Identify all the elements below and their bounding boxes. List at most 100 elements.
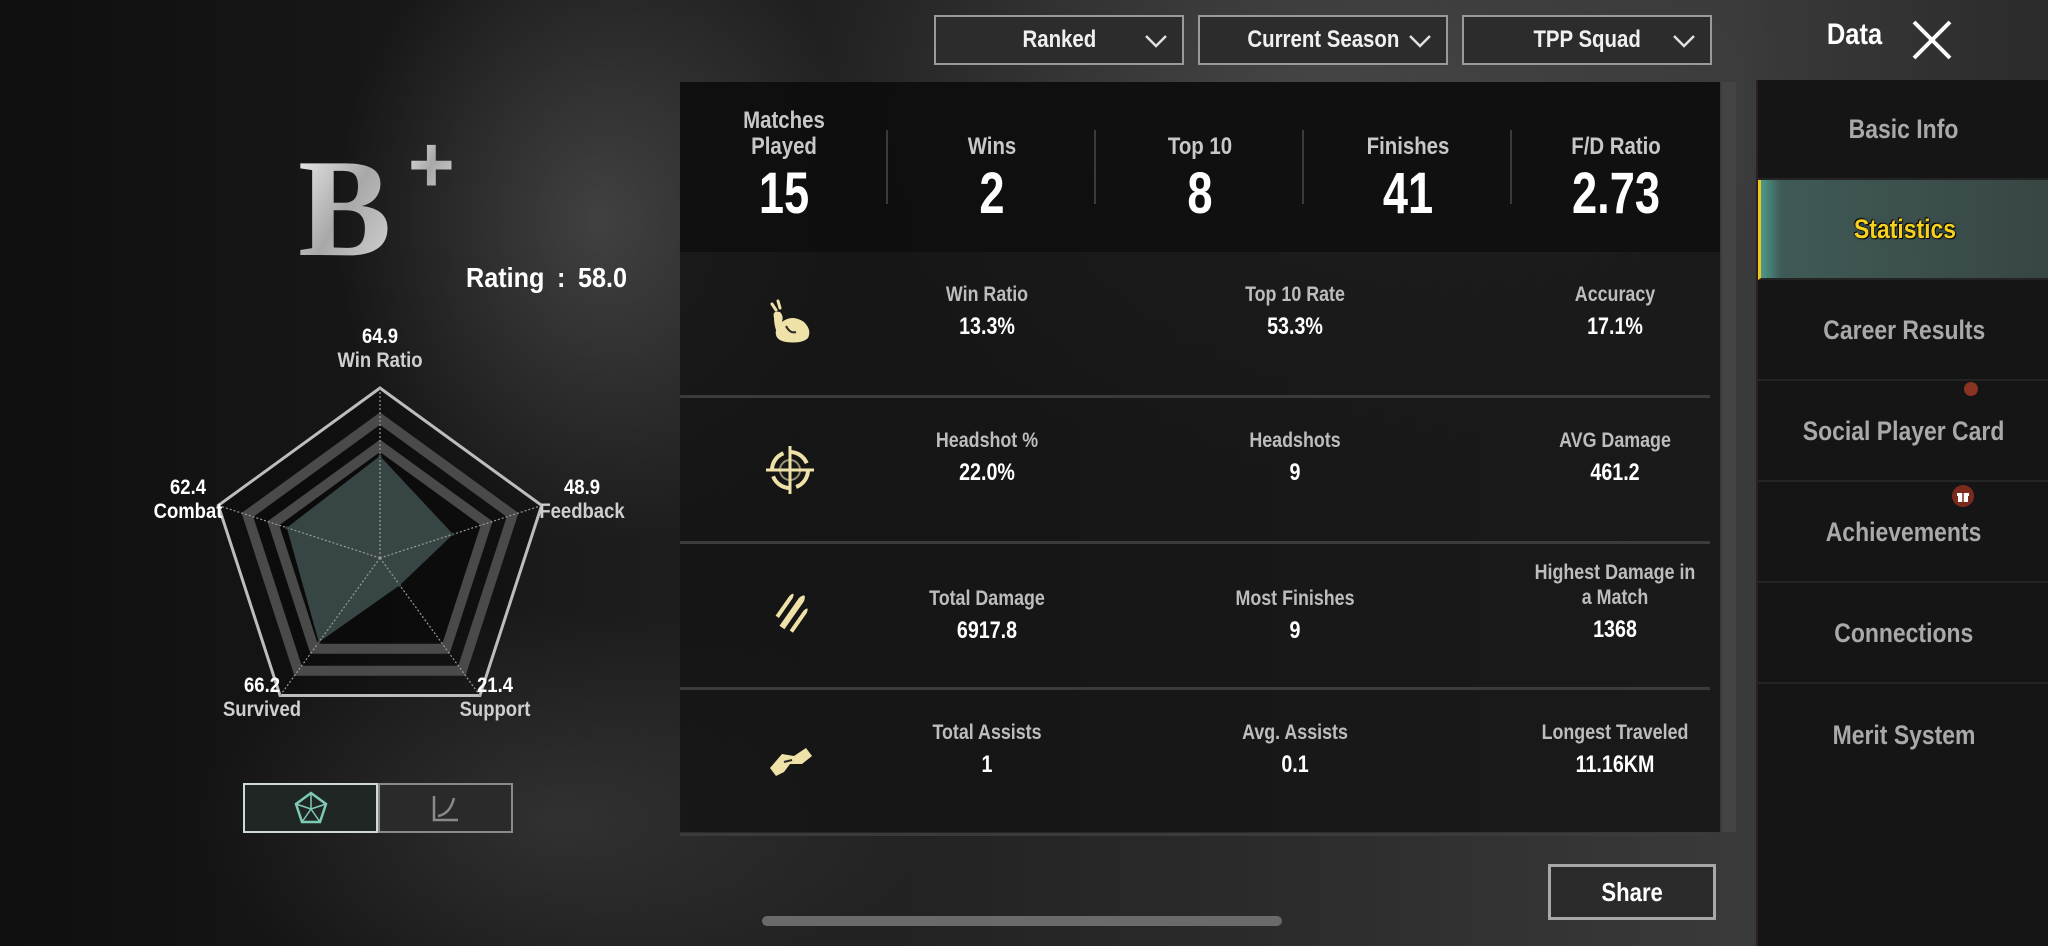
radar-value: 48.9 xyxy=(564,476,600,499)
radar-label-feedback: 48.9 Feedback xyxy=(539,476,624,524)
summary-value: 8 xyxy=(1187,161,1213,226)
radar-value: 66.2 xyxy=(244,674,280,697)
rating-value: 58.0 xyxy=(577,262,628,293)
radar-axis-name: Support xyxy=(459,698,531,721)
stat-value: 13.3% xyxy=(959,313,1015,340)
stat-label: Longest Traveled xyxy=(1541,721,1689,744)
nav-label: Statistics xyxy=(1854,213,1957,244)
summary-value: 2.73 xyxy=(1571,161,1661,226)
stat-value: 1368 xyxy=(1593,616,1637,643)
radar-value: 64.9 xyxy=(362,325,398,348)
nav-career-results[interactable]: Career Results xyxy=(1758,281,2048,381)
radar-chart: 64.9 Win Ratio 48.9 Feedback 21.4 Suppor… xyxy=(140,320,640,740)
mode-dropdown-label: Ranked xyxy=(1022,26,1096,53)
scrollbar-thumb[interactable] xyxy=(1722,82,1736,832)
radar-data-point xyxy=(285,526,289,530)
nav-basic-info[interactable]: Basic Info xyxy=(1758,80,2048,180)
radar-view-button[interactable] xyxy=(243,783,378,833)
summary-finishes: Finishes 41 xyxy=(1304,82,1512,252)
grade-modifier: + xyxy=(408,130,455,209)
nav-label: Social Player Card xyxy=(1803,415,2005,446)
stat-headshot-percent: Headshot % 22.0% xyxy=(857,428,1117,487)
squad-mode-dropdown[interactable]: TPP Squad xyxy=(1462,15,1712,65)
nav-label: Connections xyxy=(1834,617,1974,648)
summary-matches-played: Matches Played 15 xyxy=(680,82,888,252)
stat-value: 9 xyxy=(1289,617,1301,644)
stat-avg-assists: Avg. Assists 0.1 xyxy=(1165,720,1425,779)
mode-dropdown[interactable]: Ranked xyxy=(934,15,1184,65)
radar-axis-name: Combat xyxy=(153,500,223,523)
nav-statistics[interactable]: Statistics xyxy=(1758,180,2048,280)
close-icon[interactable] xyxy=(1910,18,1954,62)
summary-divider xyxy=(886,130,888,204)
stat-longest-traveled: Longest Traveled 11.16KM xyxy=(1485,720,1745,779)
summary-divider xyxy=(1510,130,1512,204)
rating-separator: : xyxy=(556,262,566,293)
stat-top-10-rate: Top 10 Rate 53.3% xyxy=(1165,282,1425,341)
radar-label-survived: 66.2 Survived xyxy=(223,674,301,722)
season-dropdown[interactable]: Current Season xyxy=(1198,15,1448,65)
nav-connections[interactable]: Connections xyxy=(1758,584,2048,684)
pentagon-radar-icon xyxy=(294,791,327,824)
share-button[interactable]: Share xyxy=(1548,864,1716,920)
home-indicator[interactable] xyxy=(762,916,1282,926)
trend-view-button[interactable] xyxy=(378,783,513,833)
stat-value: 0.1 xyxy=(1281,751,1309,778)
chart-view-toggle xyxy=(243,783,513,833)
radar-axis-name: Survived xyxy=(222,698,302,721)
stat-value: 11.16KM xyxy=(1575,751,1655,778)
stats-scrollbar[interactable] xyxy=(1722,82,1736,832)
stat-row-headshot: Headshot % 22.0% Headshots 9 AVG Damage … xyxy=(680,398,1710,544)
bullets-icon xyxy=(775,593,808,633)
stat-highest-damage: Highest Damage in a Match 1368 xyxy=(1520,560,1710,644)
chevron-down-icon xyxy=(1145,35,1167,48)
radar-label-combat: 62.4 Combat xyxy=(154,476,223,524)
summary-divider xyxy=(1302,130,1304,204)
nav-label: Basic Info xyxy=(1849,113,1959,144)
summary-wins: Wins 2 xyxy=(888,82,1096,252)
stat-total-assists: Total Assists 1 xyxy=(857,720,1117,779)
stat-label: AVG Damage xyxy=(1559,429,1671,452)
radar-label-win-ratio: 64.9 Win Ratio xyxy=(337,325,422,373)
stat-label: Highest Damage in a Match xyxy=(1534,561,1696,609)
rating-grade-badge: B + xyxy=(298,130,455,270)
stat-accuracy: Accuracy 17.1% xyxy=(1485,282,1745,341)
rating-score: Rating:58.0 xyxy=(466,262,627,294)
stat-value: 22.0% xyxy=(959,459,1015,486)
summary-stats: Matches Played 15 Wins 2 Top 10 8 Finish… xyxy=(680,82,1720,252)
summary-value: 41 xyxy=(1382,161,1434,226)
stat-label: Total Assists xyxy=(932,721,1042,744)
stat-value: 6917.8 xyxy=(956,617,1018,644)
page-title: Data xyxy=(1826,18,1883,51)
stat-label: Total Damage xyxy=(929,587,1045,610)
filter-bar: Ranked Current Season TPP Squad xyxy=(934,15,1712,65)
stat-label: Avg. Assists xyxy=(1242,721,1348,744)
nav-label: Achievements xyxy=(1826,516,1982,547)
stat-label: Win Ratio xyxy=(945,283,1029,306)
radar-value: 62.4 xyxy=(170,476,206,499)
radar-data-point xyxy=(378,454,382,458)
radar-value: 21.4 xyxy=(477,674,513,697)
stat-row-assists: Total Assists 1 Avg. Assists 0.1 Longest… xyxy=(680,690,1710,836)
nav-merit-system[interactable]: Merit System xyxy=(1758,685,2048,785)
rating-label: Rating xyxy=(466,262,545,293)
chicken-icon xyxy=(770,299,810,343)
nav-label: Merit System xyxy=(1832,719,1976,750)
radar-axis-name: Win Ratio xyxy=(337,349,423,372)
nav-label: Career Results xyxy=(1822,314,1986,345)
stat-label: Top 10 Rate xyxy=(1245,283,1345,306)
stat-value: 17.1% xyxy=(1587,313,1643,340)
stat-label: Headshots xyxy=(1249,429,1341,452)
radar-data-point xyxy=(398,583,402,587)
handshake-icon xyxy=(770,748,812,776)
stat-value: 53.3% xyxy=(1267,313,1323,340)
stat-label: Headshot % xyxy=(935,429,1039,452)
nav-achievements[interactable]: Achievements xyxy=(1758,483,2048,583)
stat-most-finishes: Most Finishes 9 xyxy=(1165,586,1425,645)
side-navigation: Basic Info Statistics Career Results Soc… xyxy=(1756,80,2048,946)
radar-chart-svg xyxy=(216,386,544,698)
nav-social-player-card[interactable]: Social Player Card xyxy=(1758,382,2048,482)
stat-value: 461.2 xyxy=(1590,459,1640,486)
share-button-label: Share xyxy=(1601,876,1663,907)
radar-axis-name: Feedback xyxy=(539,500,625,523)
